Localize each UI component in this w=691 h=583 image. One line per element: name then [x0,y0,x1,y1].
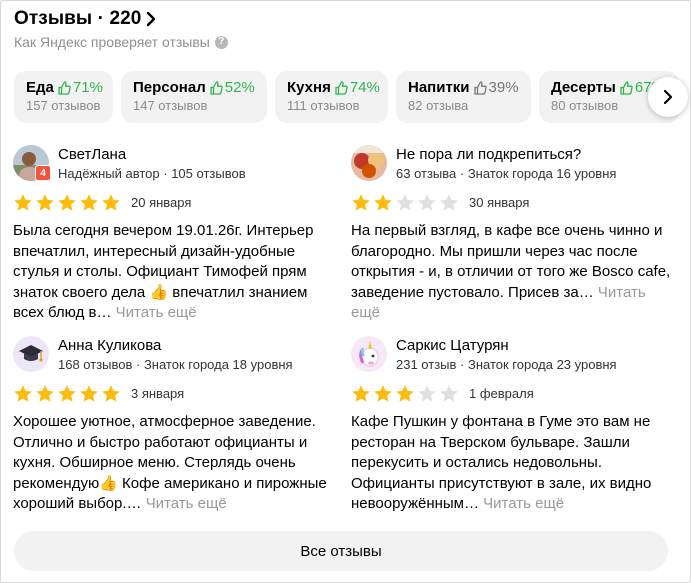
category-percent: 39% [488,79,519,96]
category-name: Персонал [133,79,206,96]
category-count: 82 отзыва [408,98,469,113]
star-filled-icon [351,193,371,212]
star-filled-icon [351,384,371,403]
star-filled-icon [57,193,77,212]
star-filled-icon [13,193,33,212]
thumb-up-icon [473,80,487,95]
thumb-up-icon [335,80,348,95]
star-rating [351,384,459,403]
star-filled-icon [373,193,393,212]
category-percent: 71% [72,79,103,96]
category-percent: 74% [349,79,380,96]
category-name: Кухня [287,79,331,96]
read-more-link[interactable]: Читать ещё [146,495,227,512]
page-title[interactable]: Отзывы · 220 [14,8,141,30]
star-rating [351,193,459,212]
author-name[interactable]: СветЛана [58,146,246,163]
review-date: 30 января [469,194,530,210]
category-count: 157 отзывов [26,98,101,113]
author-level-badge: 4 [35,165,51,181]
reviews-widget: Отзывы · 220 Как Яндекс проверяет отзывы… [0,0,691,583]
category-chip[interactable]: Персонал 52% 147 отзывов [121,71,267,123]
star-rating [13,193,121,212]
author-info: 168 отзывов · Знаток города 18 уровня [58,357,293,372]
review-card: Саркис Цатурян 231 отзыв · Знаток города… [351,336,681,515]
star-filled-icon [57,384,77,403]
star-filled-icon [101,384,121,403]
star-rating [13,384,121,403]
star-filled-icon [35,193,55,212]
star-filled-icon [79,384,99,403]
category-chip[interactable]: Кухня 74% 111 отзывов [275,71,388,123]
star-empty-icon [417,193,437,212]
verification-link[interactable]: Как Яндекс проверяет отзывы [14,34,210,50]
chevron-right-icon[interactable] [663,89,673,105]
thumb-up-icon [58,80,71,95]
star-filled-icon [35,384,55,403]
star-empty-icon [439,384,459,403]
review-date: 20 января [131,194,192,210]
avatar[interactable] [351,145,387,181]
avatar[interactable] [351,336,387,372]
review-text: Была сегодня вечером 19.01.26г. Интерьер… [13,221,338,324]
review-text: Кафе Пушкин у фонтана в Гуме это вам не … [351,412,676,515]
author-info: 63 отзыва · Знаток города 16 уровня [396,166,617,181]
all-reviews-button[interactable]: Все отзывы [14,531,668,571]
verification-info[interactable]: Как Яндекс проверяет отзывы ? [14,34,228,50]
review-card: 4 СветЛана Надёжный автор · 105 отзывов … [13,145,343,324]
star-empty-icon [417,384,437,403]
category-name: Напитки [408,79,470,96]
thumb-up-icon [620,80,633,95]
star-filled-icon [101,193,121,212]
thumb-up-icon [210,80,223,95]
category-count: 147 отзывов [133,98,208,113]
unicorn-icon [351,336,387,372]
category-percent: 52% [224,79,255,96]
review-card: Анна Куликова 168 отзывов · Знаток город… [13,336,343,515]
author-name[interactable]: Не пора ли подкрепиться? [396,146,616,163]
author-info: Надёжный автор · 105 отзывов [58,166,246,181]
scroll-right-button[interactable] [648,77,688,117]
review-text: На первый взгляд, в кафе все очень чинно… [351,221,676,324]
category-chip[interactable]: Напитки 39% 82 отзыва [396,71,531,123]
category-chip[interactable]: Еда 71% 157 отзывов [14,71,113,123]
star-filled-icon [373,384,393,403]
author-info: 231 отзыв · Знаток города 23 уровня [396,357,617,372]
category-carousel: Еда 71% 157 отзывов Персонал 52% 147 отзывов К… [14,71,679,123]
read-more-link[interactable]: Читать ещё [483,495,564,512]
review-date: 3 января [131,385,185,401]
review-date: 1 февраля [469,385,534,401]
review-text: Хорошее уютное, атмосферное заведение. О… [13,412,338,515]
star-empty-icon [439,193,459,212]
question-icon[interactable]: ? [214,35,228,49]
graduation-cap-icon [13,336,49,372]
category-name: Еда [26,79,54,96]
read-more-link[interactable]: Читать ещё [116,304,197,321]
reviews-title-link[interactable]: Отзывы · 220 [14,8,160,30]
avatar[interactable] [13,336,49,372]
avatar[interactable]: 4 [13,145,51,181]
star-empty-icon [395,193,415,212]
category-count: 111 отзывов [287,98,360,113]
star-filled-icon [395,384,415,403]
category-name: Десерты [551,79,616,96]
review-card: Не пора ли подкрепиться? 63 отзыва · Зна… [351,145,681,324]
star-filled-icon [79,193,99,212]
chevron-right-icon[interactable] [146,9,160,29]
author-name[interactable]: Анна Куликова [58,337,293,354]
star-filled-icon [13,384,33,403]
author-name[interactable]: Саркис Цатурян [396,337,617,354]
